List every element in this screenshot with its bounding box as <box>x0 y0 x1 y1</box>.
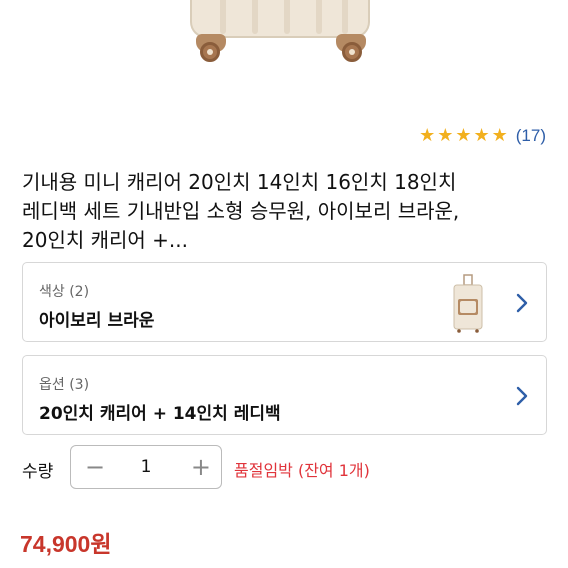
quantity-row: 수량 − 1 + 품절임박 (잔여 1개) <box>22 445 552 489</box>
suitcase-rib <box>252 0 258 34</box>
suitcase-image <box>190 0 370 38</box>
wheel-icon <box>342 42 362 62</box>
star-icon: ★ <box>455 125 472 146</box>
color-option-selector[interactable]: 색상 (2) 아이보리 브라운 <box>22 262 547 342</box>
star-icon: ★ <box>491 125 508 146</box>
quantity-stepper[interactable]: − 1 + <box>70 445 222 489</box>
star-icon: ★ <box>437 125 454 146</box>
increase-quantity-button[interactable]: + <box>191 455 211 479</box>
review-count[interactable]: (17) <box>516 126 546 146</box>
stock-warning: 품절임박 (잔여 1개) <box>234 461 370 480</box>
wheel-icon <box>200 42 220 62</box>
rating[interactable]: ★ ★ ★ ★ ★ (17) <box>419 126 546 146</box>
product-title-line: 레디백 세트 기내반입 소형 승무원, 아이보리 브라운, <box>22 199 460 223</box>
suitcase-rib <box>220 0 226 34</box>
suitcase-rib <box>316 0 322 34</box>
chevron-right-icon <box>516 293 528 313</box>
star-icon: ★ <box>419 125 436 146</box>
quantity-label: 수량 <box>22 462 54 482</box>
product-title-line: 기내용 미니 캐리어 20인치 14인치 16인치 18인치 <box>22 170 457 194</box>
star-icon: ★ <box>473 125 490 146</box>
suitcase-rib <box>284 0 290 34</box>
variant-option-label: 옵션 (3) <box>39 377 90 393</box>
product-title-line: 20인치 캐리어 +... <box>22 228 188 252</box>
color-option-value: 아이보리 브라운 <box>39 311 155 331</box>
variant-option-selector[interactable]: 옵션 (3) 20인치 캐리어 + 14인치 레디백 <box>22 355 547 435</box>
product-thumbnail <box>453 274 483 333</box>
product-price: 74,900원 <box>20 531 112 557</box>
chevron-right-icon <box>516 386 528 406</box>
suitcase-rib <box>342 0 348 34</box>
product-image[interactable] <box>0 0 568 112</box>
color-option-label: 색상 (2) <box>39 284 90 300</box>
variant-option-value: 20인치 캐리어 + 14인치 레디백 <box>39 404 281 424</box>
product-title: 기내용 미니 캐리어 20인치 14인치 16인치 18인치 레디백 세트 기내… <box>22 168 552 255</box>
